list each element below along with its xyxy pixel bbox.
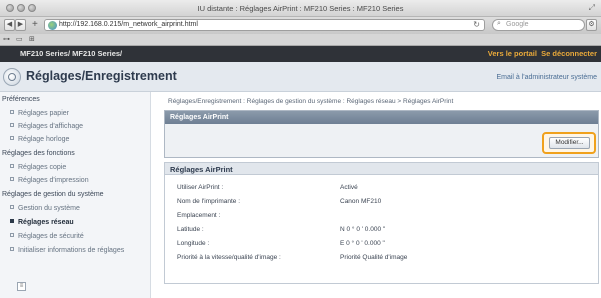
logout-link[interactable]: Se déconnecter [541, 49, 597, 58]
bullet-icon [10, 233, 14, 237]
admin-email-link[interactable]: Email à l'administrateur système [496, 74, 597, 81]
site-globe-icon [48, 21, 57, 30]
sidebar-item-display[interactable]: Réglages d'affichage [10, 123, 83, 130]
page-header: Réglages/Enregistrement Email à l'admini… [0, 62, 601, 92]
url-text[interactable]: http://192.168.0.215/m_network_airprint.… [59, 21, 198, 28]
top-links: Vers le portail Se déconnecter [488, 49, 597, 58]
bullet-icon [10, 164, 14, 168]
scroll-top-icon[interactable]: ≡ [17, 282, 26, 291]
add-bookmark-icon[interactable]: + [32, 19, 38, 31]
top-sites-grid-icon[interactable]: ⊞ [29, 35, 35, 43]
use-airprint-value: Activé [340, 184, 358, 191]
airprint-details-panel: Réglages AirPrint Utiliser AirPrint : Ac… [164, 162, 599, 284]
details-header: Réglages AirPrint [165, 163, 598, 175]
printer-name-value: Canon MF210 [340, 198, 382, 205]
longitude-value: E 0 ° 0 ' 0.000 " [340, 240, 385, 247]
reload-icon[interactable]: ↻ [473, 20, 480, 29]
airprint-action-panel: Réglages AirPrint Modifier... [164, 110, 599, 158]
back-arrow-icon[interactable]: ◀ [4, 19, 15, 31]
bookmarks-book-icon[interactable]: ▭ [16, 35, 23, 43]
window-title: IU distante : Réglages AirPrint : MF210 … [197, 4, 404, 13]
browser-toolbar: ◀ ▶ + http://192.168.0.215/m_network_air… [0, 17, 601, 34]
device-bar: MF210 Series/ MF210 Series/ Vers le port… [0, 46, 601, 62]
url-bar[interactable]: http://192.168.0.215/m_network_airprint.… [44, 19, 485, 31]
bullet-icon [10, 247, 14, 251]
sidebar-item-paper[interactable]: Réglages papier [10, 110, 69, 117]
settings-logo-icon [3, 68, 21, 86]
bullet-icon [10, 205, 14, 209]
page-menu-icon[interactable]: ⚙ [586, 19, 597, 31]
sidebar-item-clock[interactable]: Réglage horloge [10, 136, 69, 143]
bullet-icon [10, 123, 14, 127]
portal-link[interactable]: Vers le portail [488, 49, 537, 58]
modify-button[interactable]: Modifier... [549, 137, 590, 149]
bookmarks-bar: ⊶ ▭ ⊞ [0, 34, 601, 46]
bullet-icon [10, 136, 14, 140]
reading-list-icon[interactable]: ⊶ [3, 35, 10, 43]
sidebar-item-system-management[interactable]: Gestion du système [10, 205, 80, 212]
window-titlebar: IU distante : Réglages AirPrint : MF210 … [0, 0, 601, 17]
breadcrumb: Réglages/Enregistrement : Réglages de ge… [168, 98, 454, 105]
search-placeholder: Google [506, 21, 529, 28]
speed-quality-priority-label: Priorité à la vitesse/qualité d'image : [177, 254, 281, 261]
modify-highlight: Modifier... [542, 132, 596, 154]
latitude-value: N 0 ° 0 ' 0.000 " [340, 226, 386, 233]
sidebar-item-reset[interactable]: Initialiser informations de réglages [10, 247, 124, 254]
details-title: Réglages AirPrint [170, 165, 233, 174]
search-icon: ⌕ [497, 20, 501, 27]
sidebar-item-copy[interactable]: Réglages copie [10, 164, 66, 171]
location-label: Emplacement : [177, 212, 221, 219]
page-title: Réglages/Enregistrement [26, 69, 177, 83]
latitude-label: Latitude : [177, 226, 204, 233]
fullscreen-icon[interactable]: ⤢ [589, 3, 595, 13]
speed-quality-priority-value: Priorité Qualité d'image [340, 254, 408, 261]
use-airprint-label: Utiliser AirPrint : [177, 184, 224, 191]
sidebar-heading-system[interactable]: Réglages de gestion du système [2, 191, 104, 198]
sidebar: Préférences Réglages papier Réglages d'a… [0, 92, 151, 298]
search-field[interactable]: ⌕ Google [492, 19, 585, 31]
sidebar-item-network[interactable]: Réglages réseau [10, 219, 74, 226]
main-content: Réglages/Enregistrement : Réglages de ge… [151, 92, 601, 298]
panel-title: Réglages AirPrint [170, 114, 229, 121]
sidebar-item-security[interactable]: Réglages de sécurité [10, 233, 84, 240]
forward-arrow-icon[interactable]: ▶ [15, 19, 26, 31]
sidebar-heading-preferences[interactable]: Préférences [2, 96, 40, 103]
sidebar-item-print[interactable]: Réglages d'impression [10, 177, 89, 184]
printer-name-label: Nom de l'imprimante : [177, 198, 241, 205]
bullet-icon [10, 177, 14, 181]
panel-header: Réglages AirPrint [165, 111, 598, 124]
device-title: MF210 Series/ MF210 Series/ [20, 49, 123, 58]
sidebar-heading-functions[interactable]: Réglages des fonctions [2, 150, 75, 157]
bullet-icon [10, 219, 14, 223]
bullet-icon [10, 110, 14, 114]
longitude-label: Longitude : [177, 240, 210, 247]
